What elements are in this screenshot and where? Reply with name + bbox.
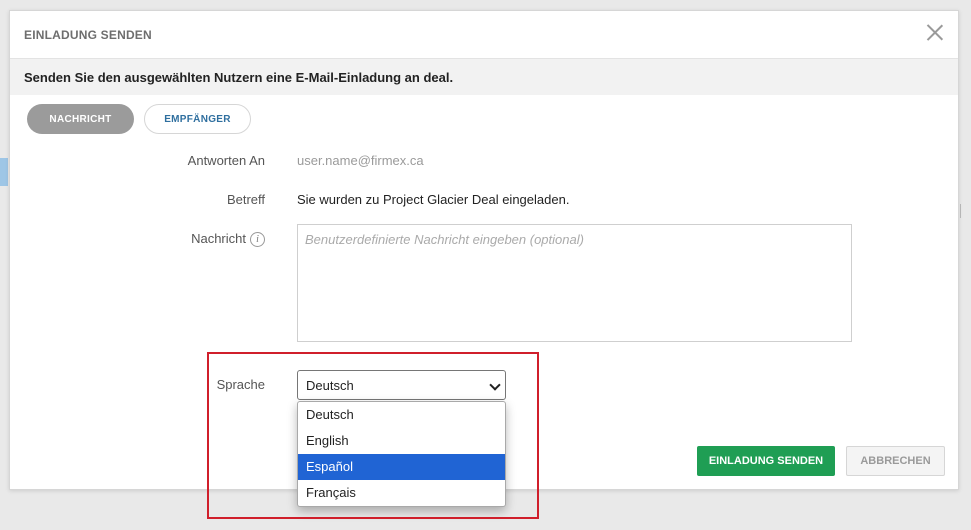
language-label: Sprache <box>216 377 265 392</box>
language-select[interactable]: Deutsch <box>297 370 506 400</box>
reply-to-label: Antworten An <box>187 153 265 168</box>
close-icon[interactable] <box>926 23 944 41</box>
modal-header: EINLADUNG SENDEN <box>10 11 958 59</box>
subject-value: Sie wurden zu Project Glacier Deal einge… <box>297 192 570 207</box>
language-option-deutsch[interactable]: Deutsch <box>298 402 505 428</box>
language-option-francais[interactable]: Français <box>298 480 505 506</box>
modal-title: EINLADUNG SENDEN <box>24 28 152 42</box>
background-tab-fragment <box>0 158 8 186</box>
language-dropdown: Deutsch English Español Français <box>297 401 506 507</box>
language-select-value: Deutsch <box>306 378 354 393</box>
subject-label: Betreff <box>226 192 265 207</box>
info-icon[interactable]: i <box>250 232 265 248</box>
invite-modal: EINLADUNG SENDEN Senden Sie den ausgewäh… <box>9 10 959 507</box>
message-textarea[interactable]: Benutzerdefinierte Nachricht eingeben (o… <box>297 224 852 342</box>
message-label-row: Nachricht i <box>115 231 265 248</box>
chevron-down-icon <box>489 379 501 391</box>
subheader-text: Senden Sie den ausgewählten Nutzern eine… <box>24 70 454 85</box>
message-label: Nachricht <box>191 231 246 246</box>
language-option-english[interactable]: English <box>298 428 505 454</box>
modal-subheader: Senden Sie den ausgewählten Nutzern eine… <box>10 59 958 95</box>
tab-recipients[interactable]: EMPFÄNGER <box>144 104 251 134</box>
tab-message[interactable]: NACHRICHT <box>27 104 134 134</box>
reply-to-value: user.name@firmex.ca <box>297 153 424 168</box>
background-grip-fragment <box>960 204 971 218</box>
message-placeholder: Benutzerdefinierte Nachricht eingeben (o… <box>305 232 584 247</box>
cancel-button[interactable]: ABBRECHEN <box>846 446 945 476</box>
language-option-espanol[interactable]: Español <box>298 454 505 480</box>
send-invite-button[interactable]: EINLADUNG SENDEN <box>697 446 835 476</box>
